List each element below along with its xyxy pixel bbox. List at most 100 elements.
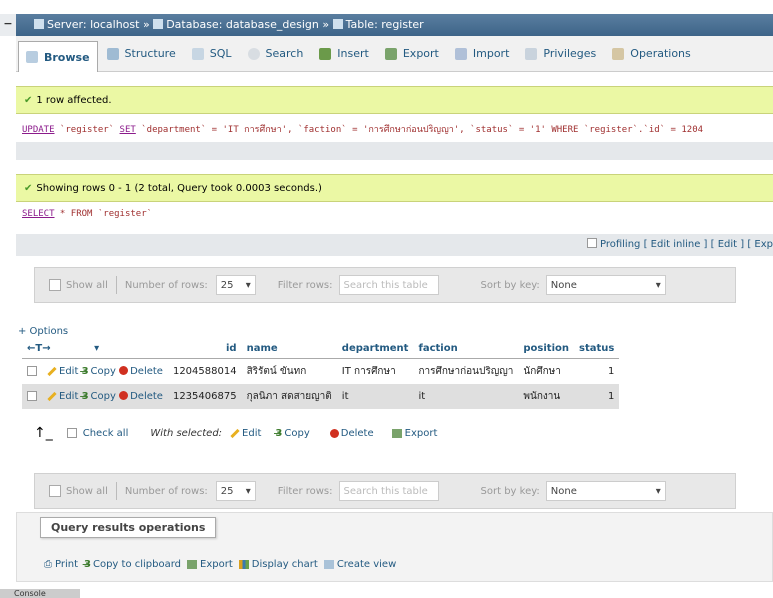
import-icon — [454, 47, 467, 60]
cell-position[interactable]: นักศึกษา — [518, 358, 574, 384]
display-chart-link[interactable]: Display chart — [252, 559, 318, 570]
with-selected-label: With selected: — [150, 427, 223, 439]
cell-status[interactable]: 1 — [574, 358, 620, 384]
sql-keyword[interactable]: UPDATE — [22, 125, 55, 135]
cell-name[interactable]: สิริรัตน์ ขันทก — [241, 358, 337, 384]
tab-browse[interactable]: Browse — [18, 41, 98, 72]
sort-menu-icon[interactable]: ▾ — [94, 343, 99, 354]
export-link[interactable]: Export — [200, 559, 233, 570]
cell-name[interactable]: กุลนิภา สดสายญาติ — [241, 384, 337, 409]
results-table: ←T→ ▾ id name department faction positio… — [22, 339, 620, 409]
cell-department[interactable]: IT การศึกษา — [336, 358, 414, 384]
chevron-down-icon: ▾ — [245, 280, 251, 291]
column-id[interactable]: id — [167, 339, 242, 359]
create-view-link[interactable]: Create view — [337, 559, 396, 570]
sql-keyword[interactable]: SET — [120, 125, 136, 135]
bulk-edit-button[interactable]: Edit — [242, 428, 261, 439]
copy-icon: 3̶ — [275, 427, 283, 439]
rows-label: Number of rows: — [124, 279, 208, 291]
row-checkbox[interactable] — [22, 384, 42, 409]
query-ops-links: ⎙ Print 3̶ Copy to clipboard Export Displa… — [44, 559, 402, 570]
filter-input[interactable]: Search this table — [338, 481, 439, 501]
row-actions: Edit 3̶ Copy Delete — [42, 358, 168, 384]
table-header: ←T→ ▾ id name department faction positio… — [22, 339, 620, 359]
sort-value: None — [550, 280, 577, 291]
cell-department[interactable]: it — [336, 384, 414, 409]
column-position[interactable]: position — [518, 339, 574, 359]
view-icon — [323, 560, 334, 569]
breadcrumb-server[interactable]: Server: localhost — [47, 18, 139, 31]
tab-import[interactable]: Import — [448, 41, 517, 67]
edit-links[interactable]: [ Edit inline ] [ Edit ] [ Exp — [644, 239, 773, 250]
checkbox[interactable] — [27, 390, 37, 401]
query-ops-title: Query results operations — [40, 517, 217, 538]
copy-link[interactable]: Copy — [91, 366, 116, 377]
column-faction[interactable]: faction — [413, 339, 519, 359]
cell-faction[interactable]: การศึกษาก่อนปริญญา — [413, 358, 519, 384]
show-all-checkbox[interactable] — [49, 279, 61, 291]
delete-icon — [329, 428, 339, 438]
database-icon — [153, 19, 164, 29]
cell-position[interactable]: พนักงาน — [518, 384, 574, 409]
delete-link[interactable]: Delete — [130, 391, 163, 402]
privileges-icon — [525, 47, 538, 60]
collapse-button[interactable]: − — [0, 14, 17, 36]
check-all-label[interactable]: Check all — [83, 428, 129, 439]
bulk-export-button[interactable]: Export — [405, 428, 438, 439]
options-toggle[interactable]: + Options — [18, 326, 68, 337]
cell-id[interactable]: 1235406875 — [167, 384, 242, 409]
edit-link[interactable]: Edit — [59, 391, 78, 402]
cell-status[interactable]: 1 — [574, 384, 620, 409]
tab-export[interactable]: Export — [378, 41, 446, 67]
breadcrumb-separator: » — [322, 18, 330, 31]
bulk-delete-button[interactable]: Delete — [341, 428, 374, 439]
tab-insert[interactable]: Insert — [312, 41, 376, 67]
profiling-checkbox[interactable] — [586, 238, 597, 248]
delete-link[interactable]: Delete — [130, 366, 163, 377]
row-checkbox[interactable] — [22, 358, 42, 384]
filter-input[interactable]: Search this table — [338, 275, 439, 295]
pencil-icon — [230, 428, 240, 438]
pencil-icon — [47, 391, 57, 401]
cell-id[interactable]: 1204588014 — [167, 358, 242, 384]
rows-value: 25 — [220, 486, 234, 497]
edit-link[interactable]: Edit — [59, 366, 78, 377]
column-department[interactable]: department — [336, 339, 414, 359]
tab-search[interactable]: Search — [241, 41, 311, 67]
sql-keyword[interactable]: SELECT — [22, 209, 55, 219]
tab-label: Structure — [124, 47, 176, 60]
column-status[interactable]: status — [574, 339, 620, 359]
sql-toolbar — [16, 142, 773, 160]
query-info-text: Showing rows 0 - 1 (2 total, Query took … — [36, 183, 322, 194]
tab-label: Browse — [44, 50, 90, 64]
divider — [115, 276, 117, 294]
server-icon — [34, 19, 44, 29]
sort-select[interactable]: None ▾ — [545, 481, 666, 501]
tab-privileges[interactable]: Privileges — [518, 41, 603, 67]
rows-select[interactable]: 25 ▾ — [215, 481, 256, 501]
copy-to-clipboard-link[interactable]: Copy to clipboard — [93, 559, 181, 570]
column-name[interactable]: name — [241, 339, 337, 359]
show-all-checkbox[interactable] — [49, 485, 61, 497]
tab-operations[interactable]: Operations — [605, 41, 697, 67]
rows-select[interactable]: 25 ▾ — [215, 275, 256, 295]
top-strip — [0, 0, 773, 10]
cell-faction[interactable]: it — [413, 384, 519, 409]
tab-sql[interactable]: SQL — [185, 41, 239, 67]
table-icon — [332, 19, 343, 29]
print-link[interactable]: Print — [55, 559, 78, 570]
bulk-copy-button[interactable]: Copy — [284, 428, 309, 439]
sort-select[interactable]: None ▾ — [545, 275, 666, 295]
tab-structure[interactable]: Structure — [100, 41, 183, 67]
pencil-icon — [47, 366, 57, 376]
table-row: Edit 3̶ Copy Delete 1204588014 สิริรัตน์ … — [22, 358, 620, 384]
breadcrumb-database[interactable]: Database: database_design — [166, 18, 319, 31]
check-all-checkbox[interactable] — [66, 428, 77, 438]
copy-link[interactable]: Copy — [91, 391, 116, 402]
column-arrows[interactable]: ←T→ ▾ — [22, 339, 168, 359]
checkbox[interactable] — [27, 365, 37, 376]
breadcrumb-table[interactable]: Table: register — [346, 18, 424, 31]
console-tab[interactable]: Console — [0, 589, 80, 598]
tab-label: Export — [402, 47, 439, 60]
sql-text: * FROM `register` — [54, 209, 153, 219]
